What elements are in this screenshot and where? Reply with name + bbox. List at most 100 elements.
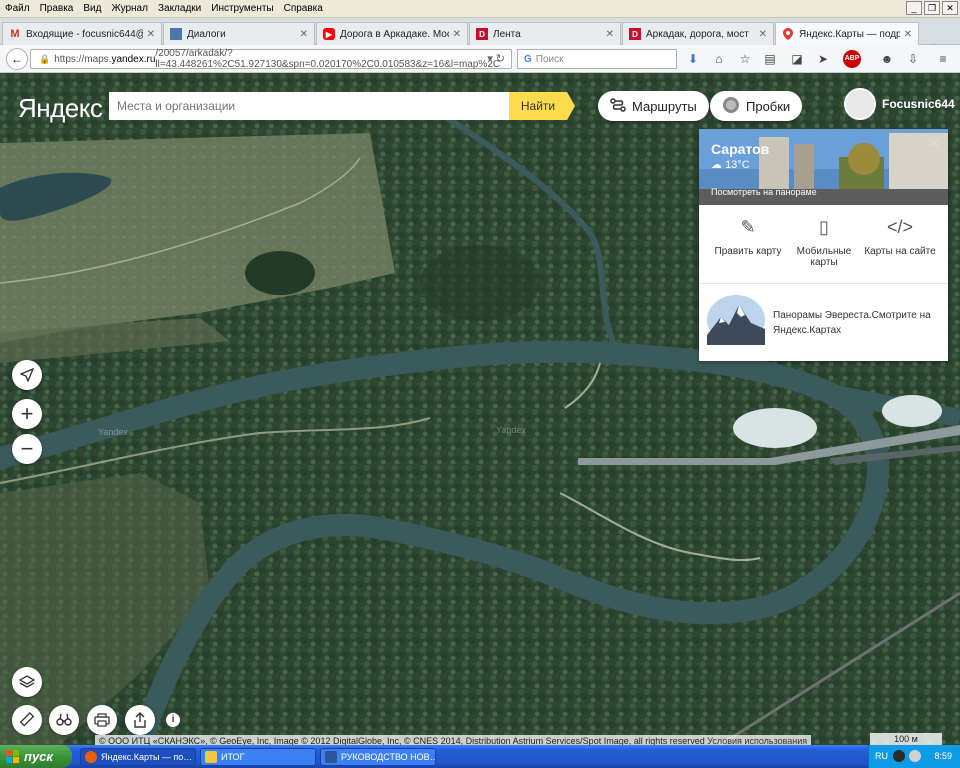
tab-youtube[interactable]: ▶ Дорога в Аркадаке. Мост… ✕ — [316, 22, 468, 45]
tab-gmail[interactable]: M Входящие - focusnic644@g… ✕ — [2, 22, 162, 45]
mobile-maps-action[interactable]: ▯ Мобильные карты — [783, 217, 865, 268]
task-label: Яндекс.Карты — по… — [101, 752, 193, 762]
search-placeholder: Поиск — [535, 53, 564, 65]
folder-icon — [205, 751, 217, 763]
url-bar[interactable]: 🔒 https://maps. yandex.ru/20057/arkadak/?… — [30, 48, 512, 70]
taskbar-item-firefox[interactable]: Яндекс.Карты — по… — [80, 748, 196, 766]
send-icon[interactable]: ➤ — [814, 50, 832, 68]
info-icon[interactable]: i — [166, 713, 180, 727]
tab-title: Аркадак, дорога, мост — [646, 28, 749, 40]
start-button[interactable]: пуск — [0, 745, 72, 768]
tab-title: Диалоги — [187, 28, 226, 40]
panorama-binoculars-button[interactable] — [49, 705, 79, 735]
temperature-value: 13°C — [725, 159, 750, 171]
cloud-icon: ☁ — [711, 159, 726, 171]
yandex-logo[interactable]: Яндекс — [18, 93, 103, 124]
zoom-out-button[interactable]: − — [12, 434, 42, 464]
everest-promo-text[interactable]: Панорамы Эвереста.Смотрите на Яндекс.Кар… — [773, 308, 943, 338]
hamburger-menu-icon[interactable]: ≡ — [934, 50, 952, 68]
bookmark-star-icon[interactable]: ☆ — [736, 50, 754, 68]
volume-icon[interactable] — [909, 750, 921, 762]
terms-link[interactable]: Условия использования — [707, 736, 807, 745]
map-attribution: © ООО ИТЦ «СКАНЭКС», © GeoEye, Inc, Imag… — [95, 735, 812, 745]
panorama-link[interactable]: Посмотреть на панораме — [711, 187, 817, 197]
traffic-button[interactable]: Пробки — [710, 91, 803, 121]
adblock-icon[interactable]: ABP — [843, 50, 861, 68]
edit-map-action[interactable]: ✎ Править карту — [707, 217, 789, 257]
search-input[interactable]: G Поиск — [517, 49, 677, 69]
map-watermark: Yandex — [98, 427, 128, 437]
tab-yandex-maps[interactable]: Яндекс.Карты — подробн… ✕ — [775, 22, 919, 45]
restore-button[interactable]: ❐ — [924, 1, 940, 15]
vk-dialogs-icon — [170, 28, 182, 40]
tab-lenta[interactable]: D Лента ✕ — [469, 22, 621, 45]
tab-title: Дорога в Аркадаке. Мост… — [340, 28, 449, 40]
google-search-icon: G — [524, 53, 532, 65]
close-window-button[interactable]: ✕ — [942, 1, 958, 15]
menu-edit[interactable]: Правка — [35, 3, 79, 14]
traffic-light-icon — [722, 96, 740, 117]
close-icon[interactable]: ✕ — [928, 135, 940, 152]
task-label: РУКОВОДСТВО НОВ… — [341, 752, 436, 762]
start-label: пуск — [24, 749, 53, 764]
home-icon[interactable]: ⌂ — [710, 50, 728, 68]
smiley-icon[interactable]: ☻ — [878, 50, 896, 68]
everest-thumbnail[interactable] — [707, 295, 765, 345]
tab-close-icon[interactable]: ✕ — [147, 29, 155, 40]
navigation-bar: ← 🔒 https://maps. yandex.ru/20057/arkadak… — [0, 45, 960, 73]
taskbar-item-folder[interactable]: ИТОГ — [200, 748, 316, 766]
tab-close-icon[interactable]: ✕ — [300, 29, 308, 40]
edit-map-label: Править карту — [714, 246, 782, 257]
edit-pencil-icon: ✎ — [740, 217, 756, 237]
attribution-text: © ООО ИТЦ «СКАНЭКС», © GeoEye, Inc, Imag… — [99, 736, 705, 745]
windows-taskbar: пуск Яндекс.Карты — по… ИТОГ РУКОВОДСТВО… — [0, 745, 960, 768]
tab-arkadak[interactable]: D Аркадак, дорога, мост ✕ — [622, 22, 774, 45]
save-download-icon[interactable]: ⇩ — [904, 50, 922, 68]
mobile-phone-icon: ▯ — [819, 217, 829, 237]
tab-title: Входящие - focusnic644@g… — [26, 28, 143, 40]
routes-button[interactable]: Маршруты — [598, 91, 709, 121]
share-button[interactable] — [125, 705, 155, 735]
taskbar-item-word[interactable]: РУКОВОДСТВО НОВ… — [320, 748, 436, 766]
menu-tools[interactable]: Инструменты — [206, 3, 278, 14]
drive2-icon: D — [476, 28, 488, 40]
menu-view[interactable]: Вид — [78, 3, 106, 14]
downloads-arrow-icon[interactable]: ⬇ — [684, 50, 702, 68]
places-search-input[interactable] — [109, 92, 509, 120]
zoom-in-button[interactable]: + — [12, 399, 42, 429]
url-domain: yandex.ru — [111, 53, 156, 65]
code-brackets-icon: </> — [886, 217, 914, 237]
reload-icon[interactable]: ▾ ↻ — [487, 52, 505, 65]
language-indicator[interactable]: RU — [875, 751, 888, 761]
gmail-icon: M — [10, 28, 20, 40]
tab-close-icon[interactable]: ✕ — [453, 29, 461, 40]
print-button[interactable] — [87, 705, 117, 735]
map-area[interactable]: Yandex Yandex Яндекс Найти Маршруты Проб… — [0, 73, 960, 745]
url-path: /20057/arkadak/?ll=43.448261%2C51.927130… — [155, 48, 501, 70]
windows-flag-icon — [6, 750, 19, 763]
tab-close-icon[interactable]: ✕ — [606, 29, 614, 40]
map-watermark: Yandex — [496, 425, 526, 435]
tab-close-icon[interactable]: ✕ — [904, 29, 912, 40]
ruler-button[interactable] — [12, 705, 42, 735]
temperature: ☁ 13°C — [711, 158, 750, 171]
bookmarks-list-icon[interactable]: ▤ — [761, 50, 779, 68]
menu-help[interactable]: Справка — [279, 3, 328, 14]
tab-close-icon[interactable]: ✕ — [759, 29, 767, 40]
menu-file[interactable]: Файл — [0, 3, 35, 14]
minimize-button[interactable]: _ — [906, 1, 922, 15]
layers-button[interactable] — [12, 667, 42, 697]
menu-history[interactable]: Журнал — [106, 3, 153, 14]
maps-on-site-action[interactable]: </> Карты на сайте — [859, 217, 941, 257]
user-menu[interactable]: Focusnic644 — [844, 88, 955, 120]
pocket-icon[interactable]: ◪ — [788, 50, 806, 68]
back-button[interactable]: ← — [6, 48, 28, 70]
menu-bookmarks[interactable]: Закладки — [153, 3, 206, 14]
tab-dialogs[interactable]: Диалоги ✕ — [163, 22, 315, 45]
geolocation-button[interactable] — [12, 360, 42, 390]
mobile-maps-label: Мобильные карты — [796, 246, 852, 268]
tray-app-icon[interactable] — [893, 750, 905, 762]
avatar[interactable] — [844, 88, 876, 120]
find-button[interactable]: Найти — [509, 92, 575, 120]
city-panorama-banner[interactable]: Саратов ☁ 13°C Посмотреть на панораме ✕ — [699, 129, 948, 205]
